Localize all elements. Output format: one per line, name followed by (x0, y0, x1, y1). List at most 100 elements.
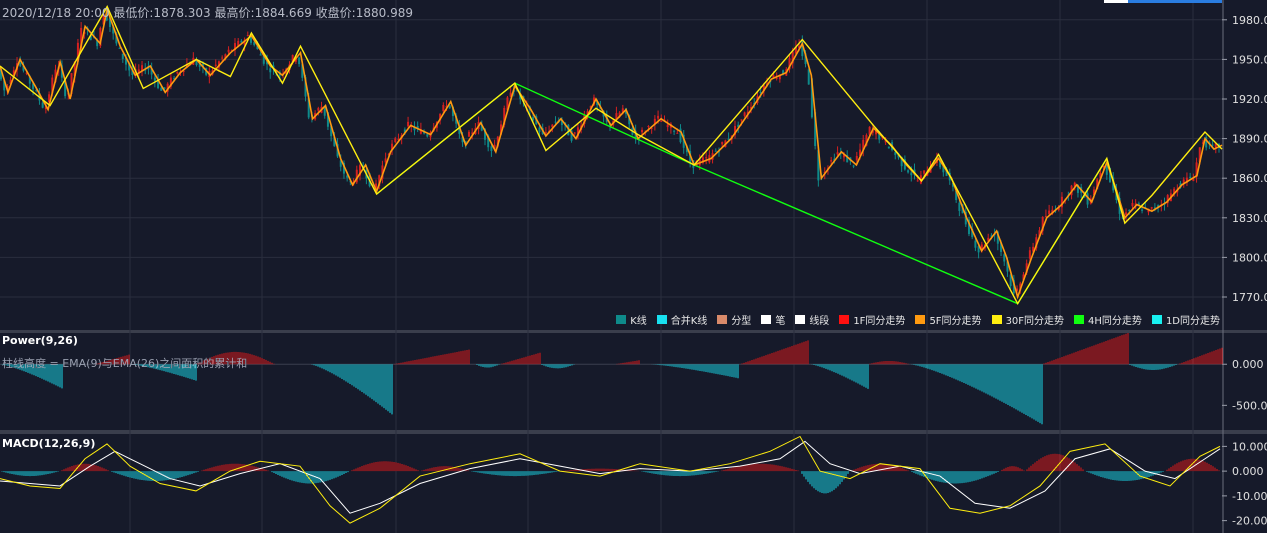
candle-body (426, 134, 429, 137)
candle-body (958, 202, 961, 211)
legend-label: 笔 (775, 316, 786, 327)
candle-body (916, 180, 919, 182)
candle-body (855, 155, 858, 161)
candle-body (660, 120, 663, 122)
legend-label: 合并K线 (670, 316, 708, 327)
candle-body (538, 127, 541, 132)
candle-body (887, 146, 890, 149)
candle-body (554, 121, 557, 123)
candle-body (673, 130, 676, 132)
legend-label: 1F同分走势 (853, 316, 906, 327)
legend-swatch (717, 315, 728, 324)
candle-body (1189, 176, 1192, 178)
macd-tick-label: -20.000 (1232, 515, 1267, 528)
legend-item[interactable]: 笔 (761, 312, 785, 327)
candle-body (1141, 209, 1144, 211)
legend-item[interactable]: 30F同分走势 (991, 312, 1065, 327)
macd-tick-label: -10.00 (1232, 490, 1267, 503)
legend-item[interactable]: 分型 (717, 312, 751, 327)
candle-body (894, 152, 897, 156)
candle-body (41, 102, 44, 108)
header-high: 最高价:1884.669 (214, 6, 312, 20)
candle-body (153, 77, 156, 81)
candle-body (647, 126, 650, 128)
candle-body (676, 132, 679, 134)
candle-body (852, 165, 855, 167)
legend-label: 5F同分走势 (929, 316, 982, 327)
legend-item[interactable]: K线 (616, 312, 647, 327)
price-tick-label: 1800.0 (1232, 251, 1267, 264)
candle-body (214, 64, 217, 66)
legend-label: 1D同分走势 (1165, 316, 1220, 327)
series-5F-line (0, 6, 1223, 300)
candle-body (1028, 250, 1031, 259)
legend-label: 线段 (809, 316, 830, 327)
toolbar-indicator-active[interactable] (1104, 0, 1128, 3)
candle-body (240, 40, 243, 43)
candle-body (121, 53, 124, 59)
candle-body (714, 150, 717, 152)
legend-swatch (1151, 315, 1162, 324)
candle-body (666, 124, 669, 128)
legend-swatch (656, 315, 667, 324)
pane-separator (0, 430, 1267, 434)
macd-dif-line (0, 435, 1221, 524)
candle-body (740, 119, 743, 121)
candle-body (775, 77, 778, 79)
legend-item[interactable]: 1D同分走势 (1151, 312, 1220, 327)
power-tick-label: -500.0 (1232, 399, 1267, 412)
candle-body (544, 132, 547, 134)
price-tick-label: 1830.0 (1232, 212, 1267, 225)
candle-body (1048, 210, 1051, 215)
price-tick-label: 1770.0 (1232, 291, 1267, 304)
trading-chart[interactable]: 1980.0 1950.0 1920.0 1890.0 1860.0 1830.0 1800… (0, 0, 1267, 533)
candle-body (1125, 212, 1128, 215)
candle-body (907, 170, 910, 173)
candle-body (807, 69, 810, 85)
header-close: 收盘价:1880.989 (315, 6, 413, 20)
legend-label: 30F同分走势 (1005, 316, 1065, 327)
candle-body (269, 68, 272, 73)
candle-body (19, 62, 22, 66)
candle-body (490, 146, 493, 151)
candle-body (573, 132, 576, 134)
legend-swatch (991, 315, 1002, 324)
candle-body (317, 108, 320, 111)
macd-pane-title: MACD(12,26,9) (2, 437, 96, 450)
candle-body (1131, 202, 1134, 207)
legend-swatch (761, 315, 772, 324)
legend-swatch (616, 315, 627, 324)
legend-swatch (839, 315, 850, 324)
candle-body (721, 141, 724, 145)
pane-separator (0, 330, 1267, 333)
legend-item[interactable]: 4H同分走势 (1074, 312, 1142, 327)
candle-body (467, 131, 470, 137)
candle-body (394, 138, 397, 143)
candle-body (1192, 179, 1195, 182)
candle-body (227, 49, 230, 53)
legend-label: 4H同分走势 (1088, 316, 1142, 327)
candle-body (923, 170, 926, 174)
candle-body (259, 54, 262, 56)
legend-item[interactable]: 1F同分走势 (839, 312, 905, 327)
legend-item[interactable]: 5F同分走势 (915, 312, 982, 327)
chart-legend: K线 合并K线 分型 笔 线段 1F同分走势 5F同分走势 30F同分走势 4H同分走势 1D同分… (616, 312, 1220, 327)
price-tick-label: 1920.0 (1232, 93, 1267, 106)
power-tick-label: 0.000 (1232, 358, 1264, 371)
power-pane-title: Power(9,26) (2, 334, 78, 347)
legend-item[interactable]: 线段 (795, 312, 829, 327)
candle-body (641, 129, 644, 133)
candle-body (1150, 207, 1153, 209)
series-30F-line (0, 5, 1223, 306)
candle-body (743, 112, 746, 116)
candle-body (407, 121, 410, 127)
candle-body (298, 57, 301, 65)
candle-body (1003, 254, 1006, 262)
legend-item[interactable]: 合并K线 (656, 312, 708, 327)
candle-body (1128, 209, 1131, 211)
candle-body (176, 71, 179, 74)
candle-body (1211, 144, 1214, 146)
legend-swatch (795, 315, 806, 324)
legend-swatch (915, 315, 926, 324)
macd-tick-label: 10.000 (1232, 440, 1267, 453)
